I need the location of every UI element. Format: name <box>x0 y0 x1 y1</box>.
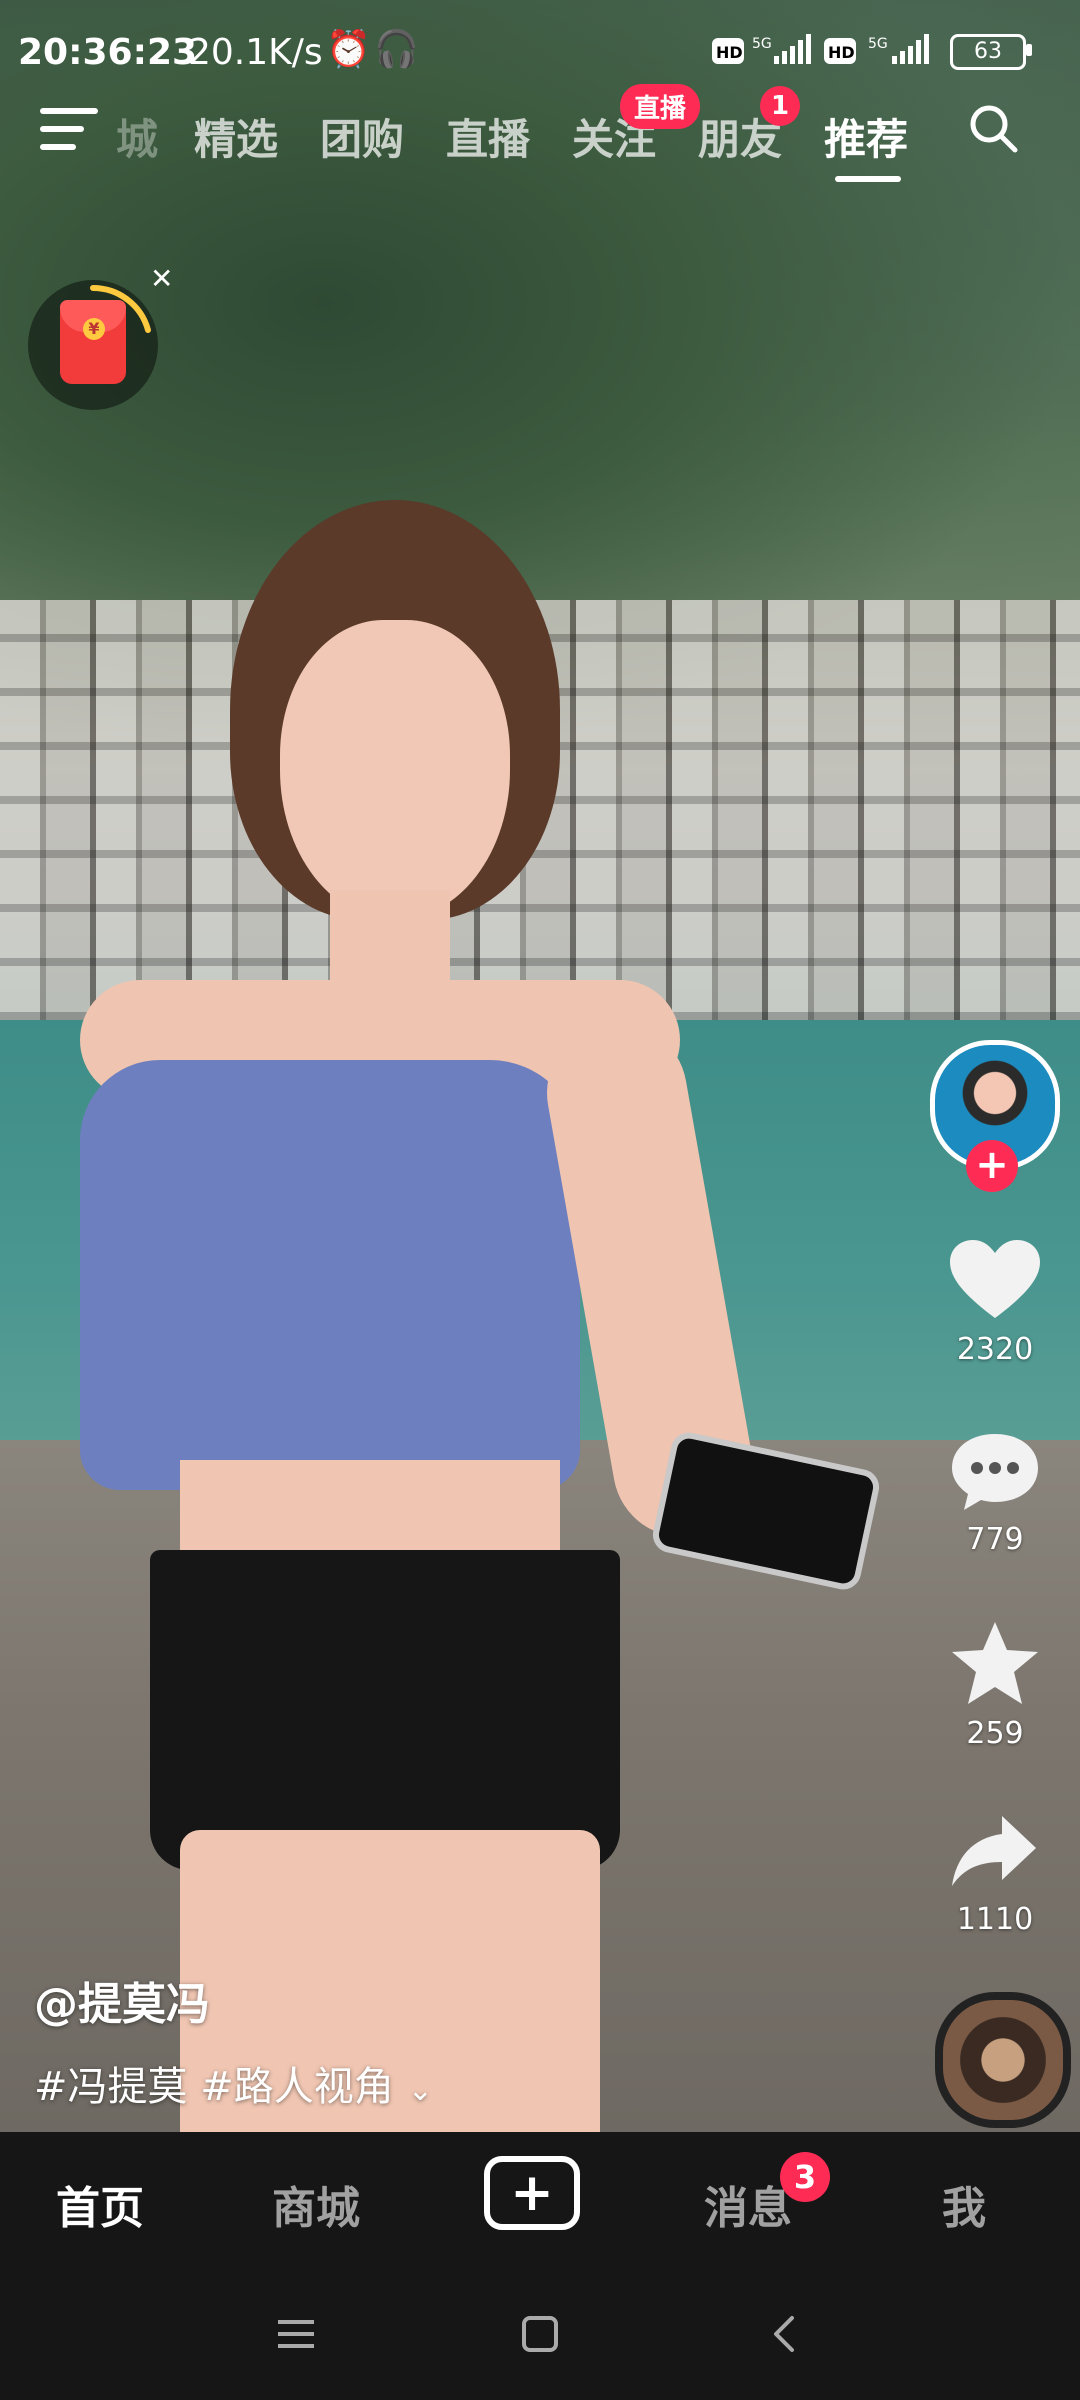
follow-button[interactable]: + <box>966 1140 1018 1192</box>
home-square-icon[interactable] <box>520 2314 560 2354</box>
alarm-icon: ⏰ <box>326 29 371 70</box>
network-speed: 20.1K/s <box>188 32 323 73</box>
author-name[interactable]: @提莫冯 <box>34 1968 894 2032</box>
svg-text:5G: 5G <box>868 36 888 52</box>
messages-badge: 3 <box>780 2152 830 2202</box>
status-time: 20:36:23 <box>18 32 198 73</box>
menu-icon[interactable] <box>40 108 98 150</box>
like-button[interactable]: 2320 <box>920 1240 1070 1367</box>
svg-text:5G: 5G <box>752 36 772 52</box>
favorite-button[interactable]: 259 <box>920 1620 1070 1751</box>
share-arrow-icon <box>952 1816 1036 1886</box>
status-bar: 20:36:23 20.1K/s ⏰ 🎧 HD 5G HD 5G 63 <box>0 0 1080 78</box>
music-disc[interactable] <box>935 1992 1071 2128</box>
friends-count-badge: 1 <box>760 86 800 126</box>
blue-top <box>80 1060 580 1490</box>
active-tab-indicator <box>835 176 901 182</box>
tab-featured[interactable]: 精选 <box>194 106 278 167</box>
headset-icon: 🎧 <box>374 29 419 70</box>
battery-tip <box>1026 44 1032 56</box>
tab-messages[interactable]: 消息 <box>704 2172 792 2236</box>
held-phone <box>649 1429 883 1593</box>
face <box>280 620 510 920</box>
tab-me[interactable]: 我 <box>942 2172 986 2236</box>
bottom-tab-bar: 首页 商城 + 消息 3 我 <box>0 2132 1080 2268</box>
chevron-down-icon[interactable]: ⌄ <box>408 2073 433 2108</box>
red-envelope-icon <box>60 300 126 384</box>
favorite-count: 259 <box>966 1716 1024 1751</box>
svg-text:HD: HD <box>828 43 855 62</box>
tab-mall[interactable]: 商城 <box>272 2172 360 2236</box>
share-button[interactable]: 1110 <box>920 1810 1070 1937</box>
create-button[interactable]: + <box>484 2156 580 2230</box>
black-shorts <box>150 1550 620 1870</box>
tab-live[interactable]: 直播 <box>446 106 530 167</box>
top-navigation: 城 精选 团购 直播 关注 朋友 推荐 <box>0 78 1080 188</box>
battery-icon: 63 <box>950 34 1026 70</box>
tab-group-buy[interactable]: 团购 <box>320 106 404 167</box>
star-icon <box>952 1622 1038 1704</box>
search-icon[interactable] <box>968 103 1018 153</box>
signal-5g-icon-2: HD 5G <box>824 34 929 64</box>
tab-city[interactable]: 城 <box>116 106 158 167</box>
comment-button[interactable]: 779 <box>920 1430 1070 1557</box>
video-subject <box>60 500 883 2132</box>
tab-home[interactable]: 首页 <box>56 2172 144 2236</box>
heart-icon <box>950 1240 1040 1318</box>
comment-count: 779 <box>966 1522 1024 1557</box>
video-player[interactable] <box>0 0 1080 2132</box>
video-caption: @提莫冯 #冯提莫 #路人视角 ⌄ <box>34 1968 894 2112</box>
recents-menu-icon[interactable] <box>276 2314 316 2354</box>
back-chevron-icon[interactable] <box>764 2314 804 2354</box>
hashtags-row[interactable]: #冯提莫 #路人视角 ⌄ <box>34 2054 894 2112</box>
system-navigation-bar <box>0 2268 1080 2400</box>
comment-icon <box>952 1434 1038 1510</box>
hashtags[interactable]: #冯提莫 #路人视角 <box>34 2064 394 2110</box>
like-count: 2320 <box>956 1332 1034 1367</box>
tab-recommended[interactable]: 推荐 <box>824 106 908 167</box>
share-count: 1110 <box>956 1902 1034 1937</box>
live-badge: 直播 <box>620 84 701 129</box>
svg-text:HD: HD <box>716 43 743 62</box>
close-icon[interactable]: ✕ <box>150 262 173 295</box>
